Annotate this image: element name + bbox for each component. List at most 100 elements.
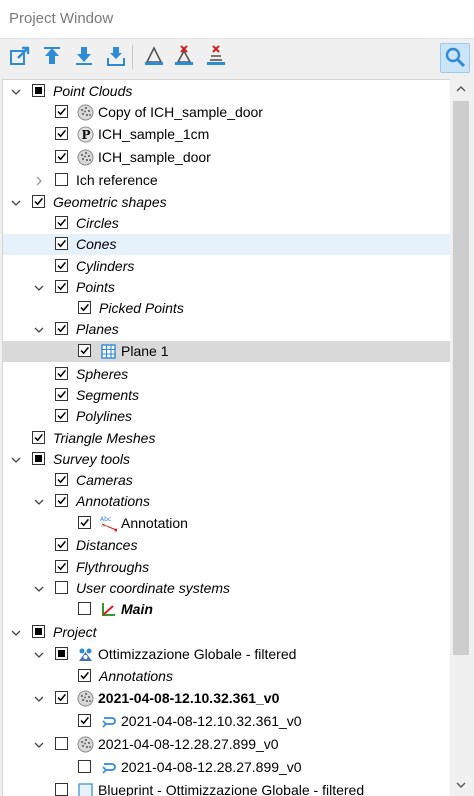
tree-item[interactable]: Geometric shapes [3,192,450,213]
tree-item-label: Triangle Meshes [53,430,155,446]
tree-item[interactable]: Polylines [3,406,450,427]
visibility-checkbox[interactable] [55,280,68,293]
scroll-down-button[interactable] [450,775,472,795]
export-icon [9,45,31,70]
download-button[interactable] [70,43,98,71]
visibility-checkbox[interactable] [78,516,91,529]
visibility-checkbox[interactable] [55,409,68,422]
tree-item-label: User coordinate systems [76,580,230,596]
visibility-checkbox[interactable] [32,625,45,638]
tree-item[interactable]: 2021-04-08-12.10.32.361_v0 [3,688,450,709]
tree-item[interactable]: Blueprint - Ottimizzazione Globale - fil… [3,780,450,796]
expand-arrow-down-icon[interactable] [32,578,46,599]
tree-item[interactable]: 2021-04-08-12.28.27.899_v0 [3,734,450,755]
tree-item[interactable]: Triangle Meshes [3,428,450,449]
tree-item[interactable]: 2021-04-08-12.28.27.899_v0 [3,757,450,778]
tree-item[interactable]: Flythroughs [3,557,450,578]
visibility-checkbox[interactable] [55,259,68,272]
measure-tool-icon [143,45,165,70]
tree-item[interactable]: Ottimizzazione Globale - filtered [3,644,450,665]
expand-arrow-down-icon[interactable] [32,644,46,665]
blueprint-icon [76,781,94,796]
search-button[interactable] [440,43,470,73]
visibility-checkbox[interactable] [32,84,45,97]
tree-item[interactable]: Plane 1 [3,341,450,362]
visibility-checkbox[interactable] [32,431,45,444]
download-all-button[interactable] [102,43,130,71]
measure-delete-all-button[interactable] [202,43,230,71]
vertical-scrollbar[interactable] [450,79,472,795]
visibility-checkbox[interactable] [55,216,68,229]
visibility-checkbox[interactable] [55,173,68,186]
expand-arrow-down-icon[interactable] [9,81,23,102]
visibility-checkbox[interactable] [32,195,45,208]
tree-item[interactable]: Distances [3,535,450,556]
expand-arrow-down-icon[interactable] [32,319,46,340]
tree-item[interactable]: 2021-04-08-12.10.32.361_v0 [3,711,450,732]
visibility-checkbox[interactable] [55,105,68,118]
tree-item[interactable]: Main [3,599,450,620]
upload-button[interactable] [38,43,66,71]
tree-item[interactable]: Circles [3,213,450,234]
visibility-checkbox[interactable] [55,560,68,573]
project-tree[interactable]: Point CloudsCopy of ICH_sample_doorPICH_… [2,79,450,796]
tree-item[interactable]: Copy of ICH_sample_door [3,102,450,123]
tree-item[interactable]: Segments [3,385,450,406]
expand-arrow-down-icon[interactable] [9,622,23,643]
tree-item[interactable]: Project [3,622,450,643]
tree-item[interactable]: Annotations [3,666,450,687]
visibility-checkbox[interactable] [55,494,68,507]
tree-item[interactable]: Points [3,277,450,298]
tree-item[interactable]: PICH_sample_1cm [3,124,450,145]
window-title: Project Window [9,10,113,27]
expand-arrow-down-icon[interactable] [9,192,23,213]
visibility-checkbox[interactable] [55,367,68,380]
visibility-checkbox[interactable] [78,344,91,357]
tree-item[interactable]: Survey tools [3,449,450,470]
visibility-checkbox[interactable] [55,473,68,486]
tree-item[interactable]: User coordinate systems [3,578,450,599]
tree-item[interactable]: Planes [3,319,450,340]
tree-item[interactable]: Picked Points [3,298,450,319]
expand-arrow-right-icon[interactable] [32,170,46,191]
visibility-checkbox[interactable] [55,737,68,750]
visibility-checkbox[interactable] [55,388,68,401]
visibility-checkbox[interactable] [55,647,68,660]
visibility-checkbox[interactable] [55,581,68,594]
expand-arrow-down-icon[interactable] [32,277,46,298]
visibility-checkbox[interactable] [78,714,91,727]
visibility-checkbox[interactable] [78,760,91,773]
visibility-checkbox[interactable] [55,127,68,140]
tree-item-label: Circles [76,215,119,231]
tree-item[interactable]: Point Clouds [3,81,450,102]
visibility-checkbox[interactable] [55,150,68,163]
scroll-up-button[interactable] [450,79,472,99]
scrollbar-thumb[interactable] [453,101,469,655]
visibility-checkbox[interactable] [55,322,68,335]
visibility-checkbox[interactable] [32,452,45,465]
chevron-down-icon [456,782,466,788]
tree-item[interactable]: Cylinders [3,256,450,277]
export-button[interactable] [6,43,34,71]
expand-arrow-down-icon[interactable] [32,688,46,709]
expand-arrow-down-icon[interactable] [32,734,46,755]
visibility-checkbox[interactable] [78,602,91,615]
tree-item[interactable]: Cones [3,234,450,255]
tree-item[interactable]: Annotations [3,491,450,512]
visibility-checkbox[interactable] [55,237,68,250]
visibility-checkbox[interactable] [55,691,68,704]
tree-item[interactable]: Ich reference [3,170,450,191]
visibility-checkbox[interactable] [78,301,91,314]
measure-delete-button[interactable] [170,43,198,71]
expand-arrow-down-icon[interactable] [32,491,46,512]
measure-tool-button[interactable] [140,43,168,71]
tree-item[interactable]: Spheres [3,364,450,385]
tree-item[interactable]: AbcAnnotation [3,513,450,534]
visibility-checkbox[interactable] [55,783,68,796]
visibility-checkbox[interactable] [55,538,68,551]
expand-arrow-down-icon[interactable] [9,449,23,470]
tree-item-label: Flythroughs [76,559,149,575]
visibility-checkbox[interactable] [78,669,91,682]
tree-item[interactable]: Cameras [3,470,450,491]
tree-item[interactable]: ICH_sample_door [3,147,450,168]
